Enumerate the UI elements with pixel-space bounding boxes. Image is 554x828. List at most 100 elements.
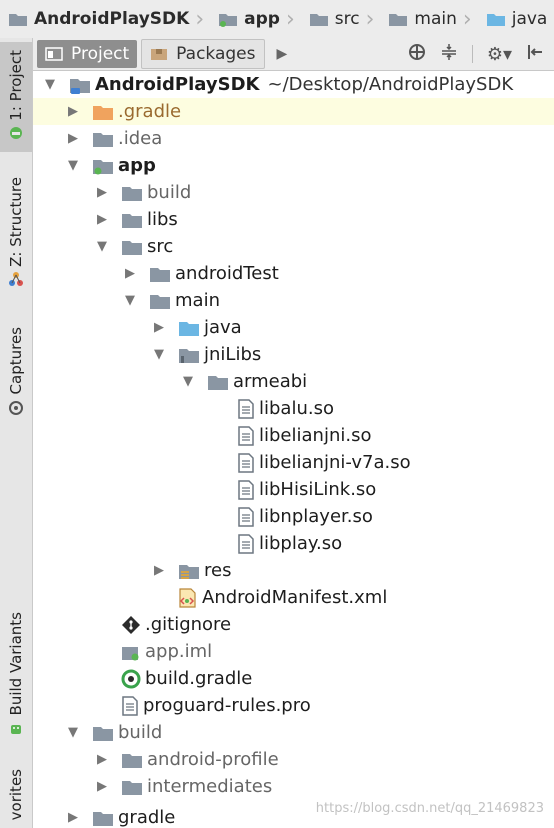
hide-icon[interactable] — [526, 43, 544, 66]
tree-node-android-profile[interactable]: ▶ android-profile — [33, 746, 554, 773]
tree-node-intermediates[interactable]: ▶ intermediates — [33, 773, 554, 800]
folder-icon — [92, 809, 114, 827]
expanded-arrow-icon[interactable]: ▼ — [95, 239, 109, 254]
tree-node-gitignore[interactable]: .gitignore — [33, 611, 554, 638]
tree-node-so-file[interactable]: libnplayer.so — [33, 503, 554, 530]
tab-build-variants-vertical[interactable]: Build Variants — [0, 606, 32, 746]
android-icon — [8, 720, 24, 740]
tree-node-build-gradle[interactable]: build.gradle — [33, 665, 554, 692]
breadcrumb: AndroidPlaySDK› app› src› main› java› co… — [0, 0, 554, 39]
collapsed-arrow-icon[interactable]: ▶ — [66, 131, 80, 146]
packages-icon — [150, 46, 168, 62]
folder-icon — [149, 265, 171, 283]
folder-icon — [92, 724, 114, 742]
project-view-icon — [45, 46, 63, 62]
tree-node-jnilibs[interactable]: ▼ jniLibs — [33, 341, 554, 368]
file-icon — [237, 533, 255, 554]
tree-node-res[interactable]: ▶ res — [33, 557, 554, 584]
folder-icon — [309, 11, 329, 27]
breadcrumb-item-java[interactable]: java› — [478, 0, 554, 38]
collapsed-arrow-icon[interactable]: ▶ — [152, 563, 166, 578]
folder-icon — [121, 184, 143, 202]
tree-node-app-build[interactable]: ▶ build — [33, 179, 554, 206]
file-icon — [237, 452, 255, 473]
project-tree: ▼ AndroidPlaySDK ~/Desktop/AndroidPlaySD… — [33, 71, 554, 828]
expanded-arrow-icon[interactable]: ▼ — [152, 347, 166, 362]
gradle-icon — [121, 669, 141, 689]
watermark: https://blog.csdn.net/qq_21469823 — [315, 801, 544, 816]
folder-icon — [8, 11, 28, 27]
tree-node-root-build[interactable]: ▼ build — [33, 719, 554, 746]
tree-node-proguard[interactable]: proguard-rules.pro — [33, 692, 554, 719]
collapsed-arrow-icon[interactable]: ▶ — [152, 320, 166, 335]
left-tool-strip: 1: Project Z: Structure Captures Build V… — [0, 38, 33, 828]
text-file-icon — [121, 695, 139, 716]
collapsed-arrow-icon[interactable]: ▶ — [95, 752, 109, 767]
android-icon — [8, 124, 24, 144]
collapsed-arrow-icon[interactable]: ▶ — [95, 212, 109, 227]
play-arrow-icon[interactable]: ▶ — [277, 46, 288, 62]
breadcrumb-item-main[interactable]: main › — [380, 0, 477, 38]
structure-icon — [8, 271, 24, 291]
tree-node-so-file[interactable]: libelianjni.so — [33, 422, 554, 449]
collapsed-arrow-icon[interactable]: ▶ — [66, 104, 80, 119]
file-icon — [237, 506, 255, 527]
tree-node-manifest[interactable]: AndroidManifest.xml — [33, 584, 554, 611]
folder-icon — [207, 373, 229, 391]
chevron-right-icon: › — [195, 6, 205, 32]
tree-node-so-file[interactable]: libplay.so — [33, 530, 554, 557]
excluded-folder-icon — [92, 103, 114, 121]
tab-captures-vertical[interactable]: Captures — [0, 320, 32, 426]
tree-node-java[interactable]: ▶ java — [33, 314, 554, 341]
file-icon — [237, 398, 255, 419]
tree-node-armeabi[interactable]: ▼ armeabi — [33, 368, 554, 395]
chevron-right-icon: › — [285, 6, 295, 32]
resource-folder-icon — [178, 562, 200, 580]
folder-icon — [121, 238, 143, 256]
module-folder-icon — [92, 157, 114, 175]
tree-node-gradle-dir[interactable]: ▶ .gradle — [33, 98, 554, 125]
collapsed-arrow-icon[interactable]: ▶ — [95, 185, 109, 200]
tab-favorites-vertical[interactable]: vorites — [0, 762, 32, 828]
collapsed-arrow-icon[interactable]: ▶ — [95, 779, 109, 794]
expanded-arrow-icon[interactable]: ▼ — [66, 725, 80, 740]
module-folder-icon — [218, 11, 238, 27]
expanded-arrow-icon[interactable]: ▼ — [123, 293, 137, 308]
gear-icon[interactable]: ⚙▾ — [487, 44, 512, 65]
collapsed-arrow-icon[interactable]: ▶ — [66, 810, 80, 825]
tree-node-so-file[interactable]: libelianjni-v7a.so — [33, 449, 554, 476]
source-folder-icon — [486, 11, 506, 27]
tree-node-so-file[interactable]: libHisiLink.so — [33, 476, 554, 503]
tree-node-root[interactable]: ▼ AndroidPlaySDK ~/Desktop/AndroidPlaySD… — [33, 71, 554, 98]
tab-structure-vertical[interactable]: Z: Structure — [0, 174, 32, 294]
collapse-all-icon[interactable] — [440, 43, 458, 66]
git-icon — [121, 615, 141, 635]
file-icon — [237, 479, 255, 500]
tool-window-header: Project Packages ▶ ⚙▾ — [33, 38, 554, 71]
breadcrumb-item-src[interactable]: src › — [301, 0, 381, 38]
tree-node-app[interactable]: ▼ app — [33, 152, 554, 179]
breadcrumb-item-app[interactable]: app › — [210, 0, 301, 38]
tree-node-idea[interactable]: ▶ .idea — [33, 125, 554, 152]
expanded-arrow-icon[interactable]: ▼ — [181, 374, 195, 389]
tree-node-main[interactable]: ▼ main — [33, 287, 554, 314]
locate-icon[interactable] — [408, 43, 426, 66]
tree-node-src[interactable]: ▼ src — [33, 233, 554, 260]
tab-project-vertical[interactable]: 1: Project — [0, 42, 32, 152]
tree-node-so-file[interactable]: libalu.so — [33, 395, 554, 422]
folder-icon — [149, 292, 171, 310]
tree-node-libs[interactable]: ▶ libs — [33, 206, 554, 233]
folder-icon — [178, 346, 200, 364]
folder-icon — [121, 778, 143, 796]
tree-node-app-iml[interactable]: app.iml — [33, 638, 554, 665]
tree-node-androidtest[interactable]: ▶ androidTest — [33, 260, 554, 287]
folder-icon — [388, 11, 408, 27]
collapsed-arrow-icon[interactable]: ▶ — [123, 266, 137, 281]
tab-packages[interactable]: Packages — [141, 39, 265, 69]
tab-project[interactable]: Project — [37, 40, 138, 68]
chevron-right-icon: › — [462, 6, 472, 32]
expanded-arrow-icon[interactable]: ▼ — [43, 77, 57, 92]
breadcrumb-item-androidplaysdk[interactable]: AndroidPlaySDK › — [0, 0, 210, 38]
module-file-icon — [121, 642, 141, 662]
expanded-arrow-icon[interactable]: ▼ — [66, 158, 80, 173]
